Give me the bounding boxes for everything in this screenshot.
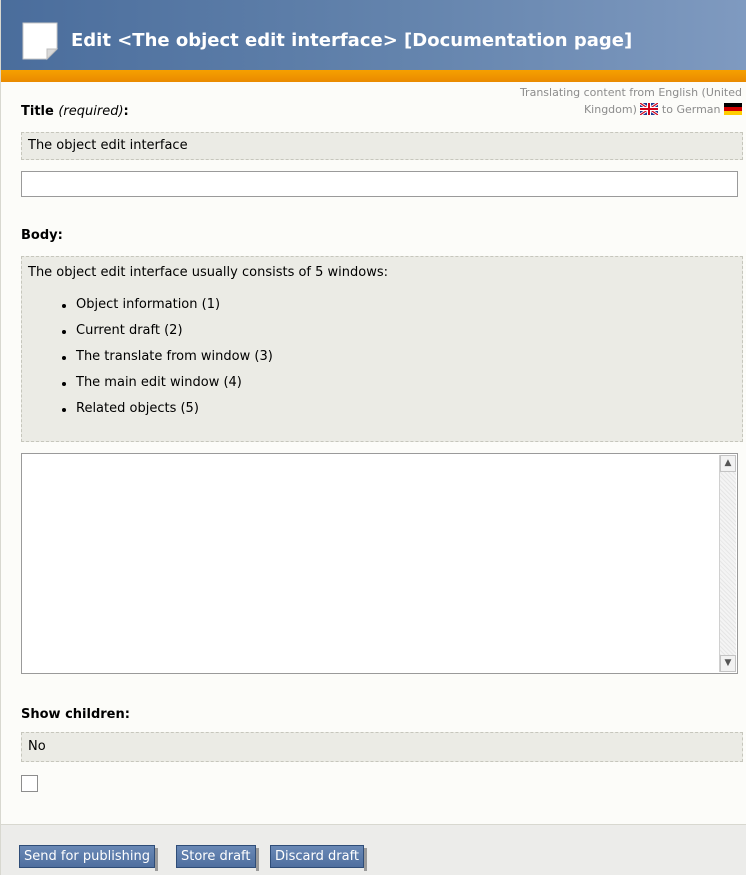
action-bar: Send for publishing Store draft Discard … — [1, 824, 746, 875]
body-reference-list: Object information (1) Current draft (2)… — [28, 292, 736, 422]
body-reference-intro: The object edit interface usually consis… — [28, 265, 389, 280]
page-title: Edit <The object edit interface> [Docume… — [71, 30, 633, 51]
list-item: The main edit window (4) — [62, 370, 736, 396]
translation-target-text: to German — [661, 103, 721, 116]
title-reference-text: The object edit interface — [28, 138, 188, 153]
show-children-label: Show children: — [21, 707, 130, 722]
send-for-publishing-button[interactable]: Send for publishing — [19, 845, 158, 871]
object-edit-window: Edit <The object edit interface> [Docume… — [0, 0, 746, 875]
title-input[interactable] — [21, 171, 738, 197]
title-label-text: Title — [21, 104, 54, 119]
show-children-checkbox[interactable] — [21, 775, 38, 792]
list-item: Related objects (5) — [62, 396, 736, 422]
page-header: Edit <The object edit interface> [Docume… — [1, 0, 746, 74]
body-textarea-scrollbar[interactable]: ▲ ▼ — [719, 455, 736, 672]
uk-flag-icon — [640, 103, 659, 115]
list-item: Current draft (2) — [62, 318, 736, 344]
list-item: The translate from window (3) — [62, 344, 736, 370]
body-label: Body: — [21, 228, 63, 243]
translation-notice: Translating content from English (United… — [442, 84, 742, 118]
document-page-icon — [22, 22, 59, 61]
title-reference-value: The object edit interface — [21, 132, 743, 160]
required-note: (required) — [58, 104, 124, 119]
show-children-reference-value: No — [21, 732, 743, 762]
german-flag-icon — [724, 103, 742, 115]
scroll-down-arrow-icon[interactable]: ▼ — [720, 655, 736, 672]
body-reference-value: The object edit interface usually consis… — [21, 256, 743, 442]
title-label-colon: : — [123, 104, 129, 119]
header-accent-stripe — [1, 70, 746, 82]
discard-draft-button[interactable]: Discard draft — [270, 845, 368, 871]
scroll-up-arrow-icon[interactable]: ▲ — [720, 455, 736, 472]
list-item: Object information (1) — [62, 292, 736, 318]
body-textarea[interactable]: ▲ ▼ — [21, 453, 738, 674]
store-draft-button[interactable]: Store draft — [176, 845, 259, 871]
translation-notice-line2: Kingdom) — [583, 103, 637, 116]
show-children-reference-text: No — [28, 739, 46, 754]
title-label: Title (required): — [21, 104, 129, 119]
translation-notice-line1: Translating content from English (United — [519, 86, 742, 99]
